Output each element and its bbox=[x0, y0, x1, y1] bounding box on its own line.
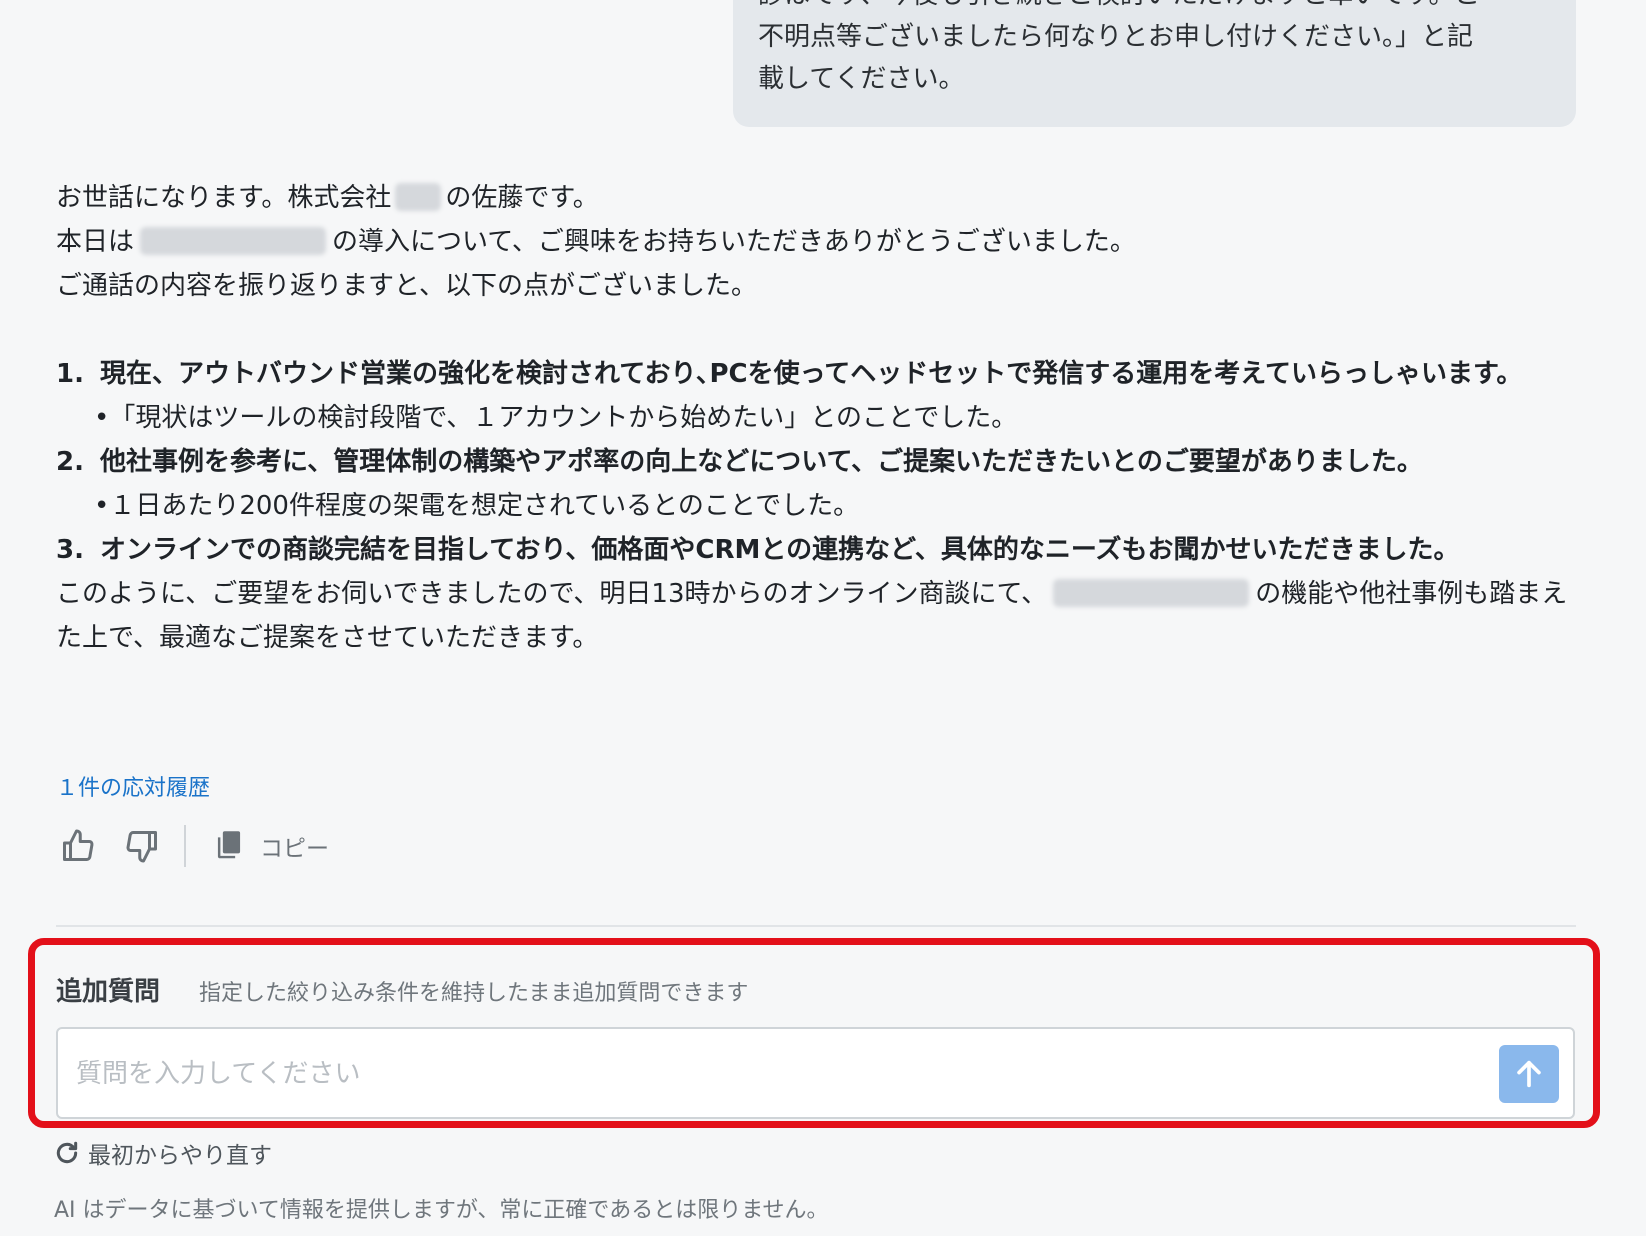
followup-note: 指定した絞り込み条件を維持したまま追加質問できます bbox=[199, 981, 749, 1006]
answer-list: 1. 現在、アウトバウンド営業の強化を検討されており､PCを使ってヘッドセットで発… bbox=[56, 352, 1576, 572]
redacted-company-name bbox=[395, 183, 442, 211]
answer-greeting: お世話になります。株式会社 の佐藤です。 bbox=[56, 183, 599, 213]
answer-closing: このように、ご要望をお伺いできましたので、明日13時からのオンライン商談にて、の… bbox=[56, 579, 1568, 653]
list-item: 2. 他社事例を参考に、管理体制の構築やアポ率の向上などについて、ご提案いただきた… bbox=[56, 440, 1576, 528]
arrow-up-icon bbox=[1517, 1060, 1541, 1088]
assistant-answer: お世話になります。株式会社 の佐藤です。 本日は の導入について、ご興味をお持ちいた… bbox=[56, 176, 1576, 660]
followup-title: 追加質問 bbox=[56, 977, 161, 1007]
list-item-detail: •１日あたり200件程度の架電を想定されているとのことでした。 bbox=[94, 491, 860, 521]
user-message-bubble: 診はです、今後も引き続きご検討いただけますと幸いです。ご 不明点等ございましたら… bbox=[733, 0, 1576, 127]
thumbs-up-button[interactable] bbox=[56, 824, 100, 868]
answer-intro: ご通話の内容を振り返りますと、以下の点がございました。 bbox=[56, 271, 757, 301]
user-message-line: 載してください。 bbox=[758, 64, 965, 94]
thumbs-down-icon bbox=[126, 831, 157, 863]
ai-disclaimer: AI はデータに基づいて情報を提供しますが、常に正確であるとは限りません。 bbox=[54, 1198, 829, 1223]
followup-question-section: 追加質問 指定した絞り込み条件を維持したまま追加質問できます bbox=[28, 938, 1600, 1128]
copy-icon bbox=[217, 831, 241, 859]
chat-page: 診はです、今後も引き続きご検討いただけますと幸いです。ご 不明点等ございましたら… bbox=[0, 0, 1646, 1236]
copy-label: コピー bbox=[260, 836, 329, 862]
user-message-line: 診はです、今後も引き続きご検討いただけますと幸いです。ご bbox=[758, 0, 1548, 16]
question-input[interactable] bbox=[74, 1029, 1438, 1119]
question-input-box bbox=[56, 1027, 1575, 1119]
action-divider bbox=[184, 825, 186, 867]
redacted-product-name bbox=[140, 227, 327, 255]
answer-actions: コピー bbox=[56, 824, 329, 868]
thumbs-down-button[interactable] bbox=[120, 824, 164, 868]
send-button[interactable] bbox=[1499, 1045, 1559, 1103]
thumbs-up-icon bbox=[63, 829, 94, 861]
list-item: 3. オンラインでの商談完結を目指しており、価格面やCRMとの連携など、具体的なニ… bbox=[56, 535, 1460, 565]
answer-thanks: 本日は の導入について、ご興味をお持ちいただきありがとうございました。 bbox=[56, 227, 1136, 257]
list-item-detail: •「現状はツールの検討段階で、１アカウントから始めたい」とのことでした。 bbox=[94, 403, 1018, 433]
restart-label: 最初からやり直す bbox=[88, 1143, 272, 1169]
user-message-line: 不明点等ございましたら何なりとお申し付けください。」と記 bbox=[758, 22, 1474, 52]
list-item: 1. 現在、アウトバウンド営業の強化を検討されており､PCを使ってヘッドセットで発… bbox=[56, 352, 1576, 440]
refresh-icon bbox=[56, 1141, 78, 1164]
redacted-product-name bbox=[1053, 579, 1250, 607]
restart-button[interactable]: 最初からやり直す bbox=[54, 1136, 272, 1170]
response-history-link[interactable]: １件の応対履歴 bbox=[56, 770, 210, 802]
section-divider bbox=[56, 925, 1576, 927]
copy-button[interactable]: コピー bbox=[214, 829, 329, 863]
